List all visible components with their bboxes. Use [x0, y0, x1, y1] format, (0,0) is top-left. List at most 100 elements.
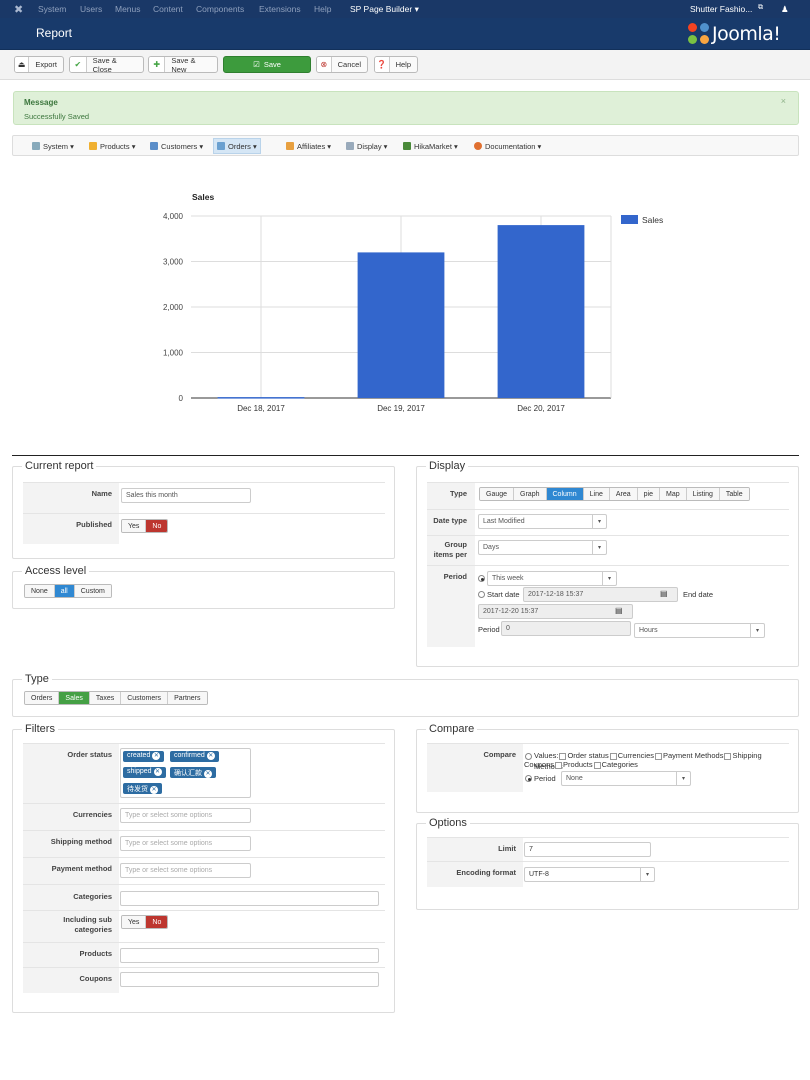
- filters-section: Filters Order status created ✕ confirmed ✕…: [12, 723, 395, 1013]
- menu-content[interactable]: Content: [153, 4, 183, 14]
- period-custom-radio[interactable]: [478, 591, 485, 598]
- encoding-select[interactable]: UTF-8 ▾: [524, 867, 655, 882]
- access-custom[interactable]: Custom: [74, 585, 111, 597]
- start-date-input[interactable]: 2017-12-18 15:37: [523, 587, 678, 602]
- compare-period-radio[interactable]: [525, 775, 532, 782]
- limit-label: Limit: [498, 844, 516, 853]
- calendar-icon[interactable]: ▤: [660, 589, 668, 598]
- toolbar: ⏏ Export ✔ Save & Close ✚ Save & New ☑ Save …: [0, 50, 810, 80]
- save-button[interactable]: ☑ Save: [223, 56, 311, 73]
- site-link[interactable]: Shutter Fashio...: [690, 4, 752, 14]
- type-pie[interactable]: pie: [637, 488, 660, 500]
- close-icon[interactable]: ×: [781, 96, 786, 106]
- chevron-down-icon: ▾: [750, 624, 764, 637]
- compare-label: Compare: [483, 750, 516, 759]
- group-select[interactable]: Days ▾: [478, 540, 607, 555]
- menu-users[interactable]: Users: [80, 4, 102, 14]
- published-yes[interactable]: Yes: [122, 520, 147, 532]
- compare-values-radio[interactable]: [525, 753, 532, 760]
- joomla-logo-icon: [688, 23, 710, 45]
- type-listing[interactable]: Listing: [686, 488, 720, 500]
- chevron-down-icon: ▾: [602, 572, 616, 585]
- remove-icon[interactable]: ✕: [152, 752, 161, 760]
- menu-sp-page-builder[interactable]: SP Page Builder ▾: [350, 4, 419, 15]
- order-status-multiselect[interactable]: created ✕ confirmed ✕ shipped ✕ 确认汇款 ✕ 待发货 ✕: [120, 748, 251, 798]
- menu-help[interactable]: Help: [314, 4, 331, 14]
- period2-input[interactable]: 0: [501, 621, 631, 636]
- type-sales[interactable]: Sales: [59, 692, 90, 704]
- type-map[interactable]: Map: [660, 488, 687, 500]
- encoding-row: Encoding format UTF-8 ▾: [427, 861, 789, 887]
- customers-icon: [150, 142, 158, 150]
- help-button[interactable]: ❓ Help: [374, 56, 418, 73]
- menubar-display[interactable]: Display ▾: [343, 139, 390, 153]
- checkbox[interactable]: [593, 761, 601, 769]
- including-no[interactable]: No: [146, 916, 168, 928]
- name-row: Name Sales this month: [23, 482, 385, 513]
- menubar-system[interactable]: System ▾: [29, 139, 77, 153]
- type-graph[interactable]: Graph: [514, 488, 547, 500]
- published-no[interactable]: No: [146, 520, 168, 532]
- payment-input[interactable]: Type or select some options: [120, 863, 251, 878]
- type-orders[interactable]: Orders: [25, 692, 60, 704]
- type-line[interactable]: Line: [583, 488, 610, 500]
- access-none[interactable]: None: [25, 585, 55, 597]
- checkbox[interactable]: [609, 752, 617, 760]
- save-close-button[interactable]: ✔ Save & Close: [69, 56, 144, 73]
- menubar-hikamarket[interactable]: HikaMarket ▾: [400, 139, 461, 153]
- calendar-icon[interactable]: ▤: [615, 606, 623, 615]
- current-report-legend: Current report: [22, 460, 97, 472]
- menu-system[interactable]: System: [38, 4, 66, 14]
- menubar-products[interactable]: Products ▾: [86, 139, 138, 153]
- menubar-orders[interactable]: Orders ▾: [213, 138, 261, 154]
- checkbox[interactable]: [724, 752, 732, 760]
- name-input[interactable]: Sales this month: [121, 488, 251, 503]
- period-row: Period This week ▾ Start date 2017-12-18 …: [427, 565, 789, 647]
- menubar-affiliates[interactable]: Affiliates ▾: [283, 139, 334, 153]
- checkbox[interactable]: [555, 761, 563, 769]
- external-link-icon[interactable]: ⧉: [758, 4, 763, 12]
- categories-row: Categories: [23, 884, 385, 910]
- type-column[interactable]: Column: [546, 488, 584, 500]
- remove-icon[interactable]: ✕: [206, 752, 215, 760]
- checkbox[interactable]: [559, 752, 567, 760]
- access-all[interactable]: all: [54, 585, 75, 597]
- including-yes[interactable]: Yes: [122, 916, 147, 928]
- period-preset-radio[interactable]: [478, 575, 485, 582]
- end-date-input[interactable]: 2017-12-20 15:37: [478, 604, 633, 619]
- limit-input[interactable]: 7: [524, 842, 651, 857]
- period-select[interactable]: This week ▾: [487, 571, 617, 586]
- remove-icon[interactable]: ✕: [204, 770, 212, 778]
- period2-unit-select[interactable]: Hours ▾: [634, 623, 765, 638]
- type-area[interactable]: Area: [609, 488, 638, 500]
- published-row: Published Yes No: [23, 513, 385, 544]
- menu-extensions[interactable]: Extensions: [259, 4, 301, 14]
- remove-icon[interactable]: ✕: [153, 768, 162, 776]
- type-gauge[interactable]: Gauge: [480, 488, 515, 500]
- categories-input[interactable]: [120, 891, 379, 906]
- user-icon[interactable]: ♟: [781, 4, 789, 15]
- currencies-input[interactable]: Type or select some options: [120, 808, 251, 823]
- shipping-input[interactable]: Type or select some options: [120, 836, 251, 851]
- cancel-button[interactable]: ⊗ Cancel: [316, 56, 368, 73]
- name-label: Name: [91, 489, 112, 498]
- save-new-button[interactable]: ✚ Save & New: [148, 56, 218, 73]
- export-button[interactable]: ⏏ Export: [14, 56, 64, 73]
- checkbox[interactable]: [655, 752, 662, 760]
- menu-menus[interactable]: Menus: [115, 4, 141, 14]
- products-input[interactable]: [120, 948, 379, 963]
- type-table[interactable]: Table: [719, 488, 749, 500]
- type-customers[interactable]: Customers: [121, 692, 169, 704]
- menu-components[interactable]: Components: [196, 4, 244, 14]
- type-taxes[interactable]: Taxes: [89, 692, 122, 704]
- categories-label: Categories: [73, 892, 112, 901]
- joomla-icon[interactable]: ✖: [14, 3, 23, 16]
- menubar-customers[interactable]: Customers ▾: [147, 139, 206, 153]
- compare-period-select[interactable]: None ▾: [561, 771, 691, 786]
- remove-icon[interactable]: ✕: [150, 786, 158, 794]
- type-partners[interactable]: Partners: [168, 692, 207, 704]
- coupons-input[interactable]: [120, 972, 379, 987]
- date-type-select[interactable]: Last Modified ▾: [478, 514, 607, 529]
- menubar-documentation[interactable]: Documentation ▾: [471, 139, 544, 153]
- type-legend: Type: [22, 673, 52, 685]
